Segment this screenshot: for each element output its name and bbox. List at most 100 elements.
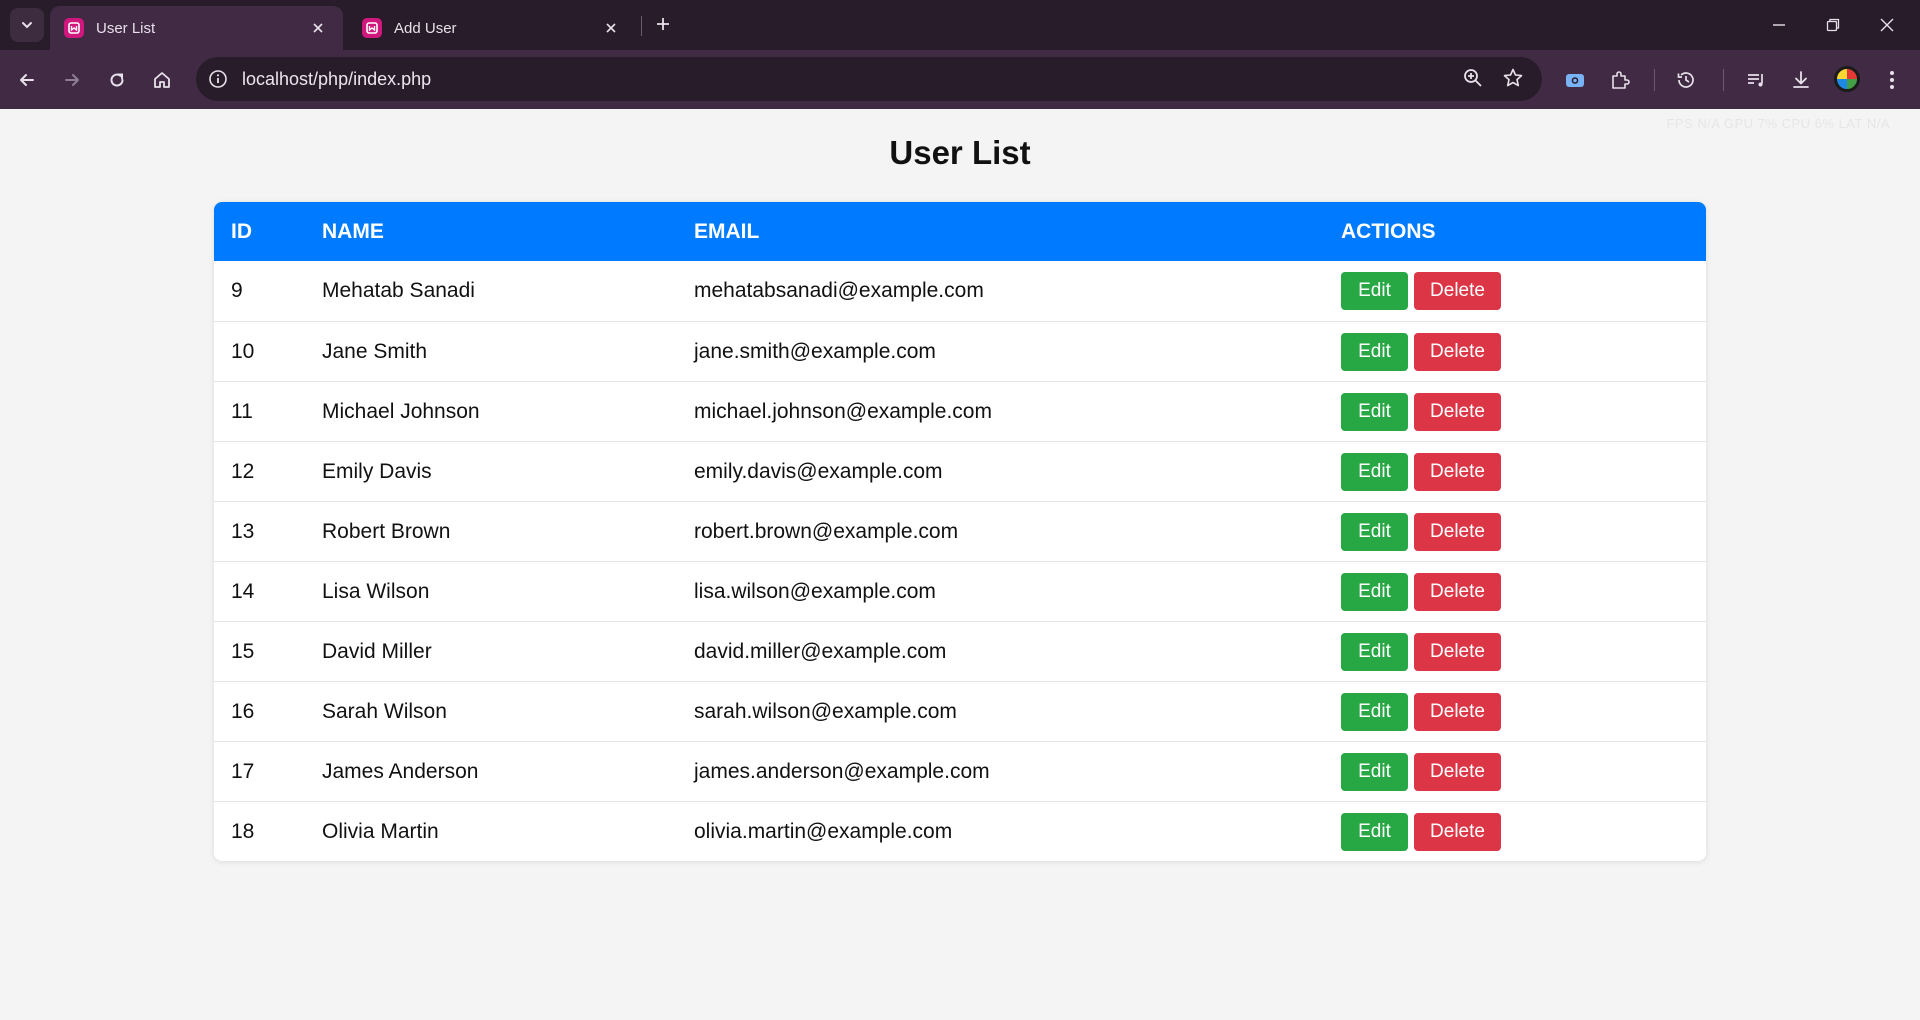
column-header-actions: ACTIONS bbox=[1341, 219, 1436, 243]
download-icon[interactable] bbox=[1785, 64, 1817, 96]
cell-name: Lisa Wilson bbox=[322, 579, 430, 603]
table-row: 12 Emily Davis emily.davis@example.com Edit… bbox=[214, 441, 1706, 501]
cell-id: 17 bbox=[231, 759, 255, 783]
edit-button[interactable]: Edit bbox=[1341, 272, 1408, 310]
table-row: 16 Sarah Wilson sarah.wilson@example.com Ed… bbox=[214, 681, 1706, 741]
url-text[interactable]: localhost/php/index.php bbox=[242, 57, 431, 101]
cell-actions: Edit Delete bbox=[1341, 692, 1706, 731]
table-header: ID NAME EMAIL ACTIONS bbox=[214, 202, 1706, 261]
table-row: 17 James Anderson james.anderson@example.c… bbox=[214, 741, 1706, 801]
close-icon[interactable] bbox=[600, 17, 622, 39]
browser-toolbar: localhost/php/index.php bbox=[0, 50, 1920, 109]
cell-name: Michael Johnson bbox=[322, 399, 480, 423]
home-icon[interactable] bbox=[146, 64, 178, 96]
column-header-id: ID bbox=[231, 219, 252, 243]
cell-email: david.miller@example.com bbox=[694, 639, 947, 663]
delete-button[interactable]: Delete bbox=[1414, 632, 1501, 671]
page-title: User List bbox=[889, 134, 1031, 171]
delete-button[interactable]: Delete bbox=[1414, 452, 1501, 491]
tab-strip: User List Add User bbox=[0, 0, 1920, 50]
puzzle-icon[interactable] bbox=[1604, 64, 1636, 96]
cell-id: 11 bbox=[231, 399, 253, 423]
app-favicon-icon bbox=[362, 18, 382, 38]
toolbar-separator bbox=[1654, 69, 1655, 91]
tab-title: Add User bbox=[394, 19, 457, 37]
cell-email: james.anderson@example.com bbox=[694, 759, 990, 783]
tab-user-list[interactable]: User List bbox=[50, 6, 343, 50]
history-icon[interactable] bbox=[1670, 64, 1702, 96]
screen-capture-icon[interactable] bbox=[1559, 64, 1591, 96]
tab-separator bbox=[641, 16, 642, 36]
restore-icon[interactable] bbox=[1820, 12, 1846, 38]
table-row: 13 Robert Brown robert.brown@example.com Ed… bbox=[214, 501, 1706, 561]
table-row: 11 Michael Johnson michael.johnson@example… bbox=[214, 381, 1706, 441]
delete-button[interactable]: Delete bbox=[1414, 512, 1501, 551]
cell-actions: Edit Delete bbox=[1341, 752, 1706, 791]
cell-actions: Edit Delete bbox=[1341, 272, 1706, 310]
cell-id: 13 bbox=[231, 519, 255, 543]
delete-button[interactable]: Delete bbox=[1414, 812, 1501, 851]
kebab-menu-icon[interactable] bbox=[1876, 64, 1908, 96]
edit-button[interactable]: Edit bbox=[1341, 692, 1408, 731]
edit-button[interactable]: Edit bbox=[1341, 512, 1408, 551]
cell-actions: Edit Delete bbox=[1341, 632, 1706, 671]
cell-email: sarah.wilson@example.com bbox=[694, 699, 957, 723]
cell-actions: Edit Delete bbox=[1341, 512, 1706, 551]
delete-button[interactable]: Delete bbox=[1414, 392, 1501, 431]
delete-button[interactable]: Delete bbox=[1414, 572, 1501, 611]
cell-id: 9 bbox=[231, 279, 243, 302]
edit-button[interactable]: Edit bbox=[1341, 812, 1408, 851]
plus-icon[interactable] bbox=[650, 11, 676, 37]
cell-actions: Edit Delete bbox=[1341, 572, 1706, 611]
tab-add-user[interactable]: Add User bbox=[348, 6, 636, 50]
edit-button[interactable]: Edit bbox=[1341, 452, 1408, 491]
arrow-right-icon[interactable] bbox=[56, 64, 88, 96]
reload-icon[interactable] bbox=[101, 64, 133, 96]
cell-actions: Edit Delete bbox=[1341, 392, 1706, 431]
performance-overlay: FPS N/A GPU 7% CPU 6% LAT N/A bbox=[1666, 116, 1890, 131]
cell-id: 18 bbox=[231, 819, 255, 843]
profile-avatar[interactable] bbox=[1834, 66, 1860, 92]
tab-title: User List bbox=[96, 19, 156, 37]
delete-button[interactable]: Delete bbox=[1414, 272, 1501, 310]
zoom-icon[interactable] bbox=[1462, 67, 1486, 91]
cell-actions: Edit Delete bbox=[1341, 452, 1706, 491]
cell-name: Sarah Wilson bbox=[322, 699, 447, 723]
cell-name: Olivia Martin bbox=[322, 819, 439, 843]
edit-button[interactable]: Edit bbox=[1341, 632, 1408, 671]
arrow-left-icon[interactable] bbox=[11, 64, 43, 96]
cell-name: Mehatab Sanadi bbox=[322, 279, 475, 302]
table-row: 10 Jane Smith jane.smith@example.com Edit De… bbox=[214, 321, 1706, 381]
cell-email: michael.johnson@example.com bbox=[694, 399, 992, 423]
media-queue-icon[interactable] bbox=[1740, 64, 1772, 96]
user-table: ID NAME EMAIL ACTIONS 9 Mehatab Sanadi meh… bbox=[214, 202, 1706, 861]
cell-name: James Anderson bbox=[322, 759, 479, 783]
window-close-icon[interactable] bbox=[1874, 12, 1900, 38]
edit-button[interactable]: Edit bbox=[1341, 332, 1408, 371]
column-header-email: EMAIL bbox=[694, 219, 760, 243]
cell-email: olivia.martin@example.com bbox=[694, 819, 953, 843]
cell-name: Jane Smith bbox=[322, 339, 428, 363]
tab-search-button[interactable] bbox=[10, 8, 44, 42]
cell-id: 10 bbox=[231, 339, 255, 363]
delete-button[interactable]: Delete bbox=[1414, 332, 1501, 371]
cell-email: robert.brown@example.com bbox=[694, 519, 959, 543]
cell-id: 16 bbox=[231, 699, 255, 723]
edit-button[interactable]: Edit bbox=[1341, 572, 1408, 611]
edit-button[interactable]: Edit bbox=[1341, 752, 1408, 791]
cell-email: lisa.wilson@example.com bbox=[694, 579, 936, 603]
edit-button[interactable]: Edit bbox=[1341, 392, 1408, 431]
close-icon[interactable] bbox=[307, 17, 329, 39]
address-bar[interactable]: localhost/php/index.php bbox=[196, 57, 1542, 101]
delete-button[interactable]: Delete bbox=[1414, 752, 1501, 791]
cell-email: jane.smith@example.com bbox=[694, 339, 936, 363]
chevron-down-icon bbox=[22, 22, 32, 29]
star-icon[interactable] bbox=[1502, 67, 1526, 91]
delete-button[interactable]: Delete bbox=[1414, 692, 1501, 731]
cell-name: Robert Brown bbox=[322, 519, 451, 543]
table-row: 9 Mehatab Sanadi mehatabsanadi@example.com… bbox=[214, 261, 1706, 321]
cell-id: 14 bbox=[231, 579, 255, 603]
info-icon[interactable] bbox=[206, 67, 230, 91]
table-body: 9 Mehatab Sanadi mehatabsanadi@example.com… bbox=[214, 261, 1706, 861]
minimize-icon[interactable] bbox=[1766, 12, 1792, 38]
